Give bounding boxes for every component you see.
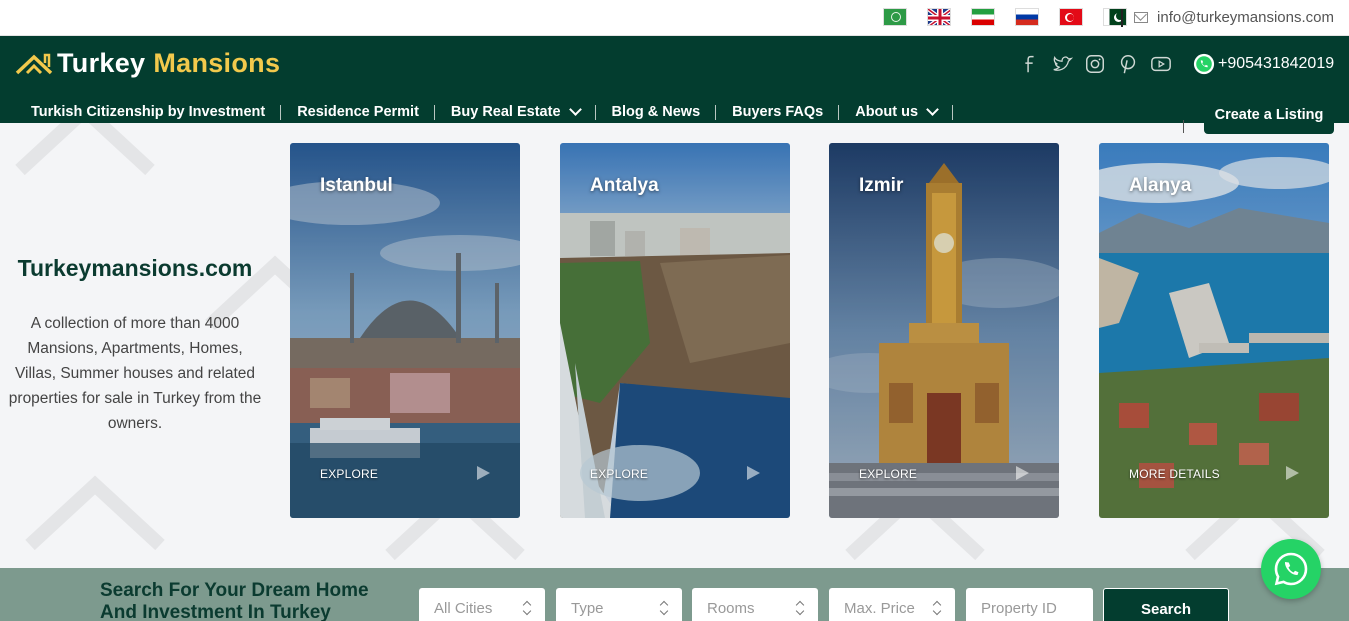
nav-label[interactable]: Residence Permit <box>297 104 419 120</box>
pinterest-icon[interactable] <box>1117 53 1139 75</box>
whatsapp-phone[interactable]: +905431842019 <box>1193 53 1334 75</box>
nav-citizenship[interactable]: Turkish Citizenship by Investment <box>15 102 282 122</box>
social-links <box>1018 53 1183 75</box>
facebook-icon[interactable] <box>1018 53 1040 75</box>
property-id-input[interactable]: Property ID <box>966 588 1093 621</box>
arabic-flag-icon[interactable] <box>883 8 907 26</box>
rooms-select[interactable]: Rooms <box>692 588 818 621</box>
city-card-izmir[interactable]: Izmir EXPLORE <box>829 143 1059 518</box>
chevron-down-icon[interactable] <box>926 103 939 116</box>
max-price-select-value: Max. Price <box>844 600 915 617</box>
intro-text: A collection of more than 4000 Mansions,… <box>8 315 262 432</box>
twitter-icon[interactable] <box>1051 53 1073 75</box>
alanya-image <box>1099 143 1329 518</box>
rooms-select-value: Rooms <box>707 600 755 617</box>
iran-flag-icon[interactable] <box>971 8 995 26</box>
whatsapp-icon <box>1193 53 1215 75</box>
create-listing-button[interactable]: Create a Listing <box>1204 96 1334 134</box>
select-arrows-icon <box>933 602 941 614</box>
city-card-istanbul[interactable]: Istanbul EXPLORE <box>290 143 520 518</box>
nav-label[interactable]: About us <box>855 104 918 120</box>
card-action-link[interactable]: EXPLORE <box>859 467 917 481</box>
pakistan-flag-icon[interactable] <box>1103 8 1127 26</box>
city-select[interactable]: All Cities <box>419 588 545 621</box>
background-house-pattern <box>25 475 165 550</box>
nav-label[interactable]: Buyers FAQs <box>732 104 823 120</box>
play-icon[interactable] <box>747 466 760 480</box>
istanbul-image <box>290 143 520 518</box>
nav-about-us[interactable]: About us <box>839 102 953 122</box>
top-bar: info@turkeymansions.com <box>0 0 1349 36</box>
floating-whatsapp-button[interactable] <box>1261 539 1321 599</box>
card-action-link[interactable]: EXPLORE <box>320 467 378 481</box>
type-select-value: Type <box>571 600 604 617</box>
select-arrows-icon <box>523 602 531 614</box>
main-navigation: Turkish Citizenship by Investment Reside… <box>15 102 953 122</box>
house-roof-icon <box>15 53 53 74</box>
izmir-image <box>829 143 1059 518</box>
search-heading: Search For Your Dream Home And Investmen… <box>100 580 369 621</box>
nav-label[interactable]: Buy Real Estate <box>451 104 561 120</box>
youtube-icon[interactable] <box>1150 53 1172 75</box>
play-icon[interactable] <box>1286 466 1299 480</box>
intro-title: Turkeymansions.com <box>17 255 253 281</box>
nav-residence-permit[interactable]: Residence Permit <box>281 102 435 122</box>
card-title: Izmir <box>859 175 904 196</box>
divider <box>1183 120 1184 133</box>
chevron-down-icon[interactable] <box>568 103 582 116</box>
card-title: Antalya <box>590 175 659 196</box>
nav-buyers-faqs[interactable]: Buyers FAQs <box>716 102 840 122</box>
search-button[interactable]: Search <box>1103 588 1229 621</box>
property-id-placeholder: Property ID <box>981 600 1057 617</box>
city-card-alanya[interactable]: Alanya MORE DETAILS <box>1099 143 1329 518</box>
russia-flag-icon[interactable] <box>1015 8 1039 26</box>
card-title: Istanbul <box>320 175 393 196</box>
play-icon[interactable] <box>1016 466 1029 480</box>
logo-word-turkey: Turkey <box>57 48 146 78</box>
play-icon[interactable] <box>477 466 490 480</box>
main-header: Turkey Mansions +905431842019 Turkish Ci… <box>0 36 1349 123</box>
mail-icon <box>1134 12 1149 23</box>
nav-label[interactable]: Blog & News <box>612 104 701 120</box>
max-price-select[interactable]: Max. Price <box>829 588 955 621</box>
select-arrows-icon <box>660 602 668 614</box>
select-arrows-icon <box>796 602 804 614</box>
city-select-value: All Cities <box>434 600 493 617</box>
type-select[interactable]: Type <box>556 588 682 621</box>
nav-label[interactable]: Turkish Citizenship by Investment <box>31 104 265 120</box>
turkey-flag-icon[interactable] <box>1059 8 1083 26</box>
property-search-bar: Search For Your Dream Home And Investmen… <box>0 568 1349 621</box>
logo-word-mansions: Mansions <box>153 48 281 78</box>
whatsapp-icon <box>1274 552 1308 586</box>
antalya-image <box>560 143 790 518</box>
city-card-antalya[interactable]: Antalya EXPLORE <box>560 143 790 518</box>
card-action-link[interactable]: MORE DETAILS <box>1129 467 1220 481</box>
language-switcher <box>883 8 1127 26</box>
instagram-icon[interactable] <box>1084 53 1106 75</box>
nav-blog-news[interactable]: Blog & News <box>596 102 717 122</box>
email-text[interactable]: info@turkeymansions.com <box>1157 9 1334 26</box>
site-logo[interactable]: Turkey Mansions <box>15 48 280 79</box>
contact-email[interactable]: info@turkeymansions.com <box>1121 9 1334 27</box>
card-title: Alanya <box>1129 175 1192 196</box>
uk-flag-icon[interactable] <box>927 8 951 26</box>
card-action-link[interactable]: EXPLORE <box>590 467 648 481</box>
phone-number[interactable]: +905431842019 <box>1218 55 1334 73</box>
nav-buy-real-estate[interactable]: Buy Real Estate <box>435 102 596 122</box>
